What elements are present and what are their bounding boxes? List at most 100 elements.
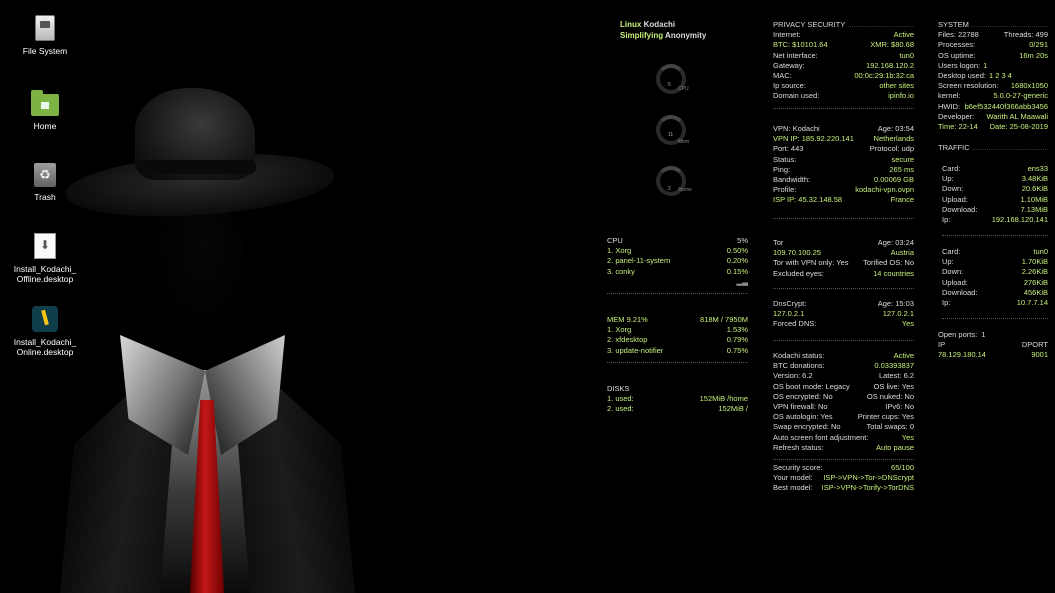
cpu-graph-icon: ▂▃	[736, 276, 748, 286]
developer-value: Warith AL Maawali	[986, 111, 1048, 121]
vpn-ip: VPN IP: 185.92.220.141	[773, 134, 854, 144]
resolution-label: Screen resolution:	[938, 81, 999, 91]
btc-donations-label: BTC donations:	[773, 361, 825, 371]
desktop-icon-install-offline[interactable]: Install_Kodachi_ Offline.desktop	[0, 233, 90, 284]
desktop-icon-install-online[interactable]: Install_Kodachi_ Online.desktop	[0, 306, 90, 357]
desktop-icon-label: Trash	[34, 192, 56, 202]
down-label: Down:	[942, 267, 964, 277]
mem-gauge-value: 11	[668, 132, 674, 138]
vpn-protocol: Protocol: udp	[869, 144, 914, 154]
ipv6: IPv6: No	[885, 402, 914, 412]
uptime-label: OS uptime:	[938, 50, 976, 60]
traffic-title: TRAFFIC	[938, 143, 1048, 153]
desktop-icon-trash[interactable]: Trash	[0, 163, 90, 202]
wallpaper-shadow-face	[150, 205, 245, 335]
divider	[773, 287, 914, 289]
ping-label: Ping:	[773, 164, 791, 174]
date: Date: 25-08-2019	[989, 122, 1048, 132]
mem-proc-value: 0.79%	[726, 335, 748, 345]
cpu-title: CPU	[607, 236, 623, 245]
isp-ip: ISP IP: 45.32.148.58	[773, 195, 843, 205]
profile-label: Profile:	[773, 185, 797, 195]
disks-panel: DISKS 1. used: 152MiB /home 2. used: 152Mi…	[607, 384, 748, 415]
net-interface-label: Net interface:	[773, 50, 818, 60]
desktop-icon-home[interactable]: Home	[0, 90, 90, 131]
download-value: 456KiB	[1023, 287, 1048, 297]
ip-value: 192.168.120.141	[991, 215, 1048, 225]
down-value: 2.26KiB	[1021, 267, 1048, 277]
version: Version: 6.2	[773, 371, 813, 381]
disks-title: DISKS	[607, 384, 630, 393]
desktop-icon-label: File System	[22, 46, 68, 56]
traffic-card-ens33: Card: ens33 Up: 3.48KiB Down: 20.6KiB Uploa…	[942, 164, 1048, 242]
tor-ip: 109.70.100.25	[773, 248, 821, 258]
disk-value: 152MiB /	[718, 404, 748, 414]
internet-value: Active	[893, 30, 914, 40]
uptime-value: 16m 20s	[1019, 50, 1048, 60]
down-value: 20.6KiB	[1021, 184, 1048, 194]
up-value: 1.70KiB	[1021, 257, 1048, 267]
mem-proc-name: 3. update-notifier	[607, 345, 664, 355]
gateway-value: 192.168.120.2	[866, 60, 914, 70]
ip-source-value: other sites	[879, 81, 914, 91]
your-model-label: Your model:	[773, 473, 813, 483]
dnscrypt-ip: 127.0.2.1	[773, 309, 805, 319]
upload-value: 276KiB	[1023, 277, 1048, 287]
kodachi-status-panel: Kodachi status: Active BTC donations: 0.03…	[773, 351, 914, 466]
refresh-status-value: Auto pause	[876, 442, 914, 452]
mem-proc-value: 0.75%	[726, 345, 748, 355]
dnscrypt-age: Age: 15:03	[877, 299, 914, 308]
up-label: Up:	[942, 257, 954, 267]
cpu-proc-value: 0.15%	[726, 266, 748, 276]
os-autologin: OS autologin: Yes	[773, 412, 833, 422]
ip-value: 10.7.7.14	[1016, 298, 1048, 308]
download-file-icon	[34, 233, 56, 259]
home-folder-icon	[31, 90, 59, 116]
download-label: Download:	[942, 287, 978, 297]
security-panel: Security score: 65/100 Your model: ISP->VP…	[773, 463, 914, 494]
cpu-proc-value: 0.50%	[726, 246, 748, 256]
cpu-panel: CPU 5% 1. Xorg 0.50% 2. panel-11-system 0.2…	[607, 236, 748, 300]
files-count: Files: 22788	[938, 30, 979, 40]
desktop-used-label: Desktop used:	[938, 71, 986, 81]
gateway-label: Gateway:	[773, 60, 805, 70]
bandwidth-value: 0.00069 GB	[873, 175, 914, 185]
tor-with-vpn: Tor with VPN only: Yes	[773, 258, 849, 268]
down-label: Down:	[942, 184, 964, 194]
profile-value: kodachi-vpn.ovpn	[855, 185, 914, 195]
isp-country: France	[890, 195, 914, 205]
card-value: ens33	[1027, 164, 1048, 173]
tor-panel: Tor Age: 03:24 109.70.100.25 Austria Tor w…	[773, 238, 914, 295]
mac-value: 00:0c:29:1b:32:ca	[854, 71, 914, 81]
divider	[942, 318, 1048, 320]
internet-label: Internet:	[773, 30, 801, 40]
cpu-proc-name: 1. Xorg	[607, 246, 632, 256]
desktop-icon-file-system[interactable]: File System	[0, 15, 90, 56]
upload-value: 1.10MiB	[1020, 194, 1048, 204]
total-swaps: Total swaps: 0	[866, 422, 914, 432]
vpn-name: VPN: Kodachi	[773, 124, 820, 133]
swap-encrypted: Swap encrypted: No	[773, 422, 841, 432]
brand-linux: Linux	[620, 20, 644, 29]
ping-value: 265 ms	[889, 164, 914, 174]
processes-label: Processes:	[938, 40, 976, 50]
mem-panel: MEM 9.21% 818M / 7950M 1. Xorg 1.53% 2. xf…	[607, 315, 748, 369]
home-gauge-value: 2	[668, 186, 671, 192]
vpn-age: Age: 03:54	[877, 124, 914, 133]
privacy-title: PRIVACY SECURITY	[773, 20, 914, 30]
your-model-value: ISP->VPN->Tor->DNScrypt	[823, 473, 914, 483]
refresh-status-label: Refresh status:	[773, 442, 824, 452]
bandwidth-label: Bandwidth:	[773, 175, 811, 185]
boot-mode: OS boot mode: Legacy	[773, 381, 850, 391]
disk-name: 2. used:	[607, 404, 634, 414]
traffic-card-tun0: Card: tun0 Up: 1.70KiB Down: 2.26KiB Upload…	[942, 247, 1048, 325]
net-interface-value: tun0	[899, 50, 914, 60]
torified-os: Torified OS: No	[863, 258, 914, 268]
brand-line-2: Simplifying Anonymity	[620, 30, 710, 41]
kernel-value: 5.0.0-27-generic	[993, 91, 1048, 101]
best-model-value: ISP->VPN->Torify->TorDNS	[821, 483, 914, 493]
card-label: Card:	[942, 164, 961, 173]
cpu-proc-value: 0.20%	[726, 256, 748, 266]
tor-age: Age: 03:24	[877, 238, 914, 247]
security-score-value: 65/100	[891, 463, 914, 472]
